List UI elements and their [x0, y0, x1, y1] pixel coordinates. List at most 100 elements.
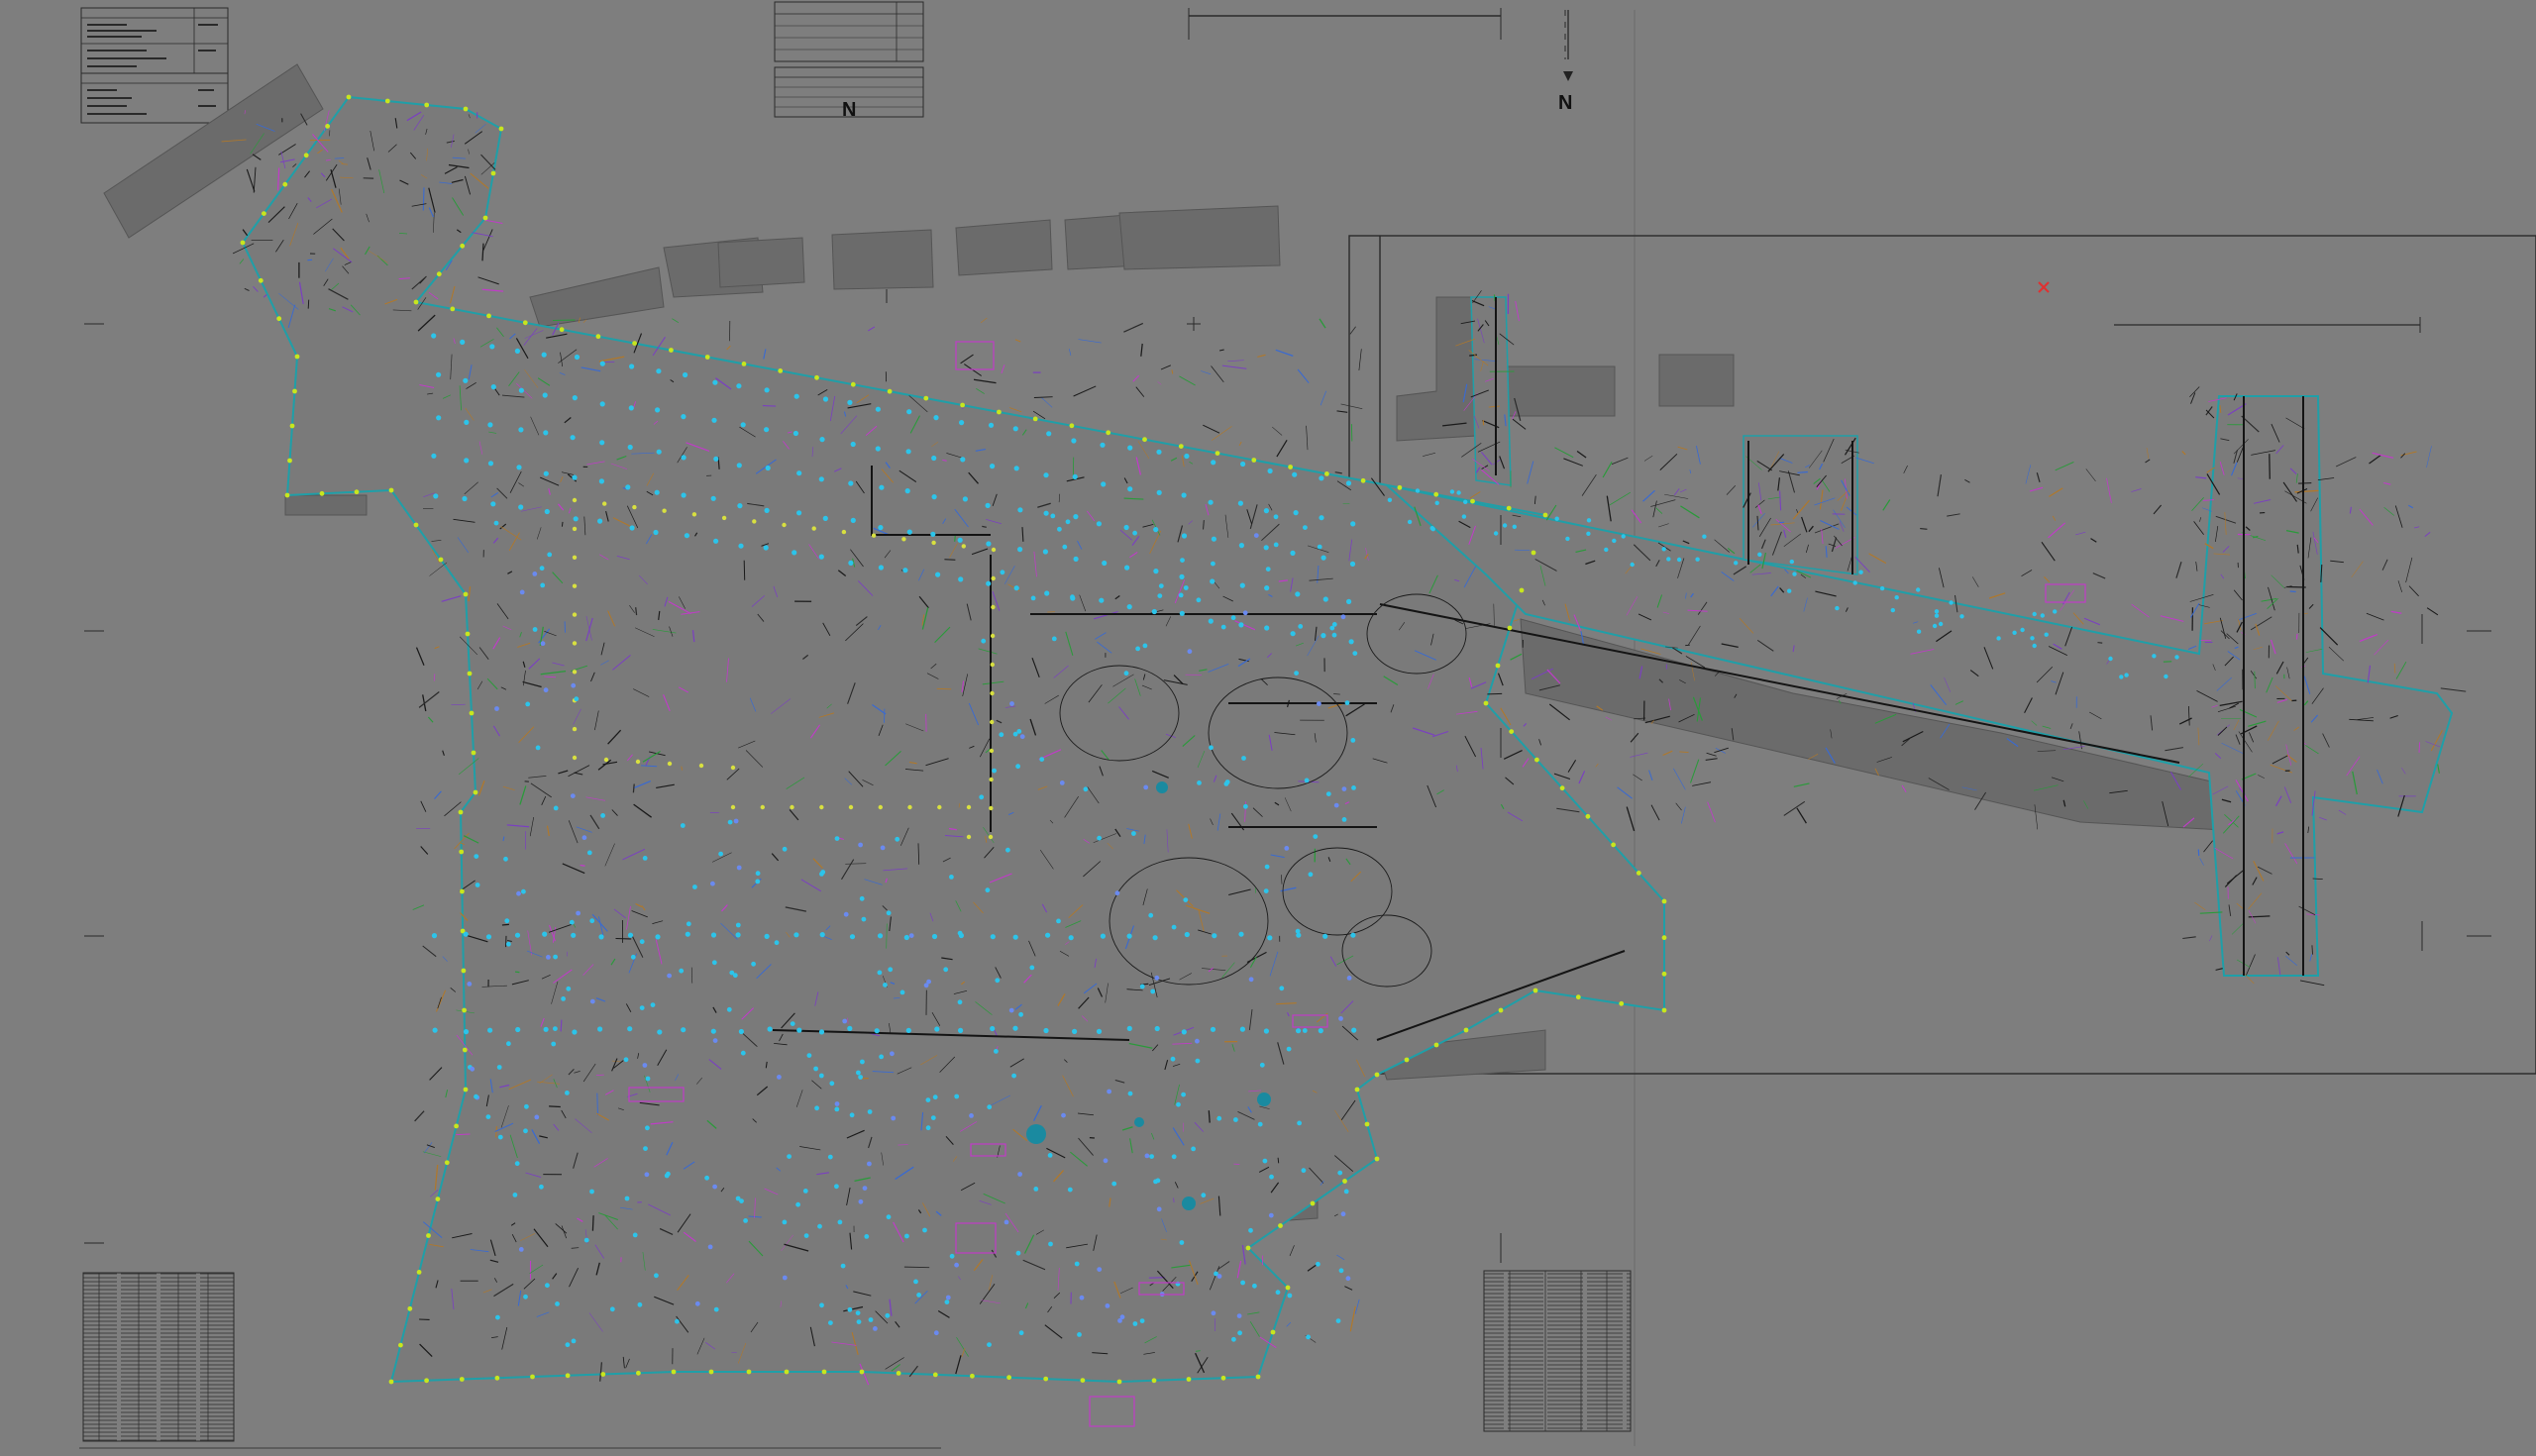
survey-point — [460, 339, 466, 345]
survey-point — [740, 1050, 746, 1056]
survey-point — [431, 933, 438, 939]
survey-point — [726, 1006, 732, 1012]
survey-point — [793, 932, 799, 938]
linework-segment — [1679, 488, 1687, 493]
survey-point — [1318, 1028, 1323, 1034]
survey-point — [436, 415, 442, 421]
survey-point — [988, 422, 995, 428]
linework-segment — [2199, 517, 2202, 522]
survey-point — [1509, 729, 1515, 734]
linework-segment — [2390, 610, 2402, 614]
survey-point — [519, 589, 525, 595]
linework-segment — [442, 956, 448, 962]
survey-point — [388, 1379, 394, 1385]
survey-point — [1012, 1025, 1018, 1031]
linework-segment — [445, 1090, 449, 1098]
survey-point — [1196, 597, 1202, 603]
survey-point — [656, 368, 662, 374]
linework-segment — [2187, 645, 2197, 650]
survey-point — [1306, 1334, 1311, 1340]
survey-point — [436, 371, 442, 377]
survey-point — [891, 1115, 897, 1121]
survey-point — [1916, 587, 1921, 592]
survey-point — [435, 1196, 441, 1201]
linework-segment — [2182, 936, 2196, 940]
survey-point — [498, 126, 504, 132]
survey-point — [635, 759, 641, 765]
survey-point — [551, 1041, 557, 1047]
linework-segment — [2181, 451, 2186, 456]
survey-point — [1148, 912, 1154, 918]
survey-point — [494, 706, 499, 711]
red-x-marker-icon[interactable] — [2038, 281, 2050, 293]
survey-point — [1251, 458, 1257, 463]
survey-point — [1176, 1101, 1181, 1107]
survey-point — [879, 1054, 884, 1060]
survey-point — [463, 591, 469, 597]
survey-point — [515, 1026, 521, 1033]
survey-point — [627, 444, 633, 451]
survey-point — [683, 371, 688, 378]
survey-point — [1350, 932, 1356, 938]
survey-point — [828, 1320, 833, 1325]
survey-point — [979, 794, 985, 800]
survey-point — [712, 1038, 718, 1043]
survey-point — [1559, 785, 1565, 791]
survey-point — [1124, 565, 1130, 571]
survey-point — [1248, 1227, 1253, 1233]
linework-segment — [2338, 809, 2347, 815]
survey-point — [522, 320, 528, 326]
survey-point — [1349, 561, 1356, 568]
survey-point — [1153, 569, 1159, 574]
survey-point — [1310, 1200, 1316, 1206]
survey-point — [518, 427, 524, 433]
survey-point — [1051, 636, 1057, 642]
site-plan-drawing[interactable]: N N — [0, 0, 2536, 1456]
linework-segment — [1160, 364, 1171, 370]
linework-segment — [1527, 461, 1534, 484]
survey-point — [1259, 1062, 1265, 1068]
survey-point — [774, 940, 780, 946]
survey-point — [490, 384, 496, 390]
linework-segment — [1626, 806, 1636, 832]
linework-segment — [1033, 396, 1053, 398]
survey-point — [1069, 423, 1075, 429]
linework-segment — [1140, 343, 1143, 357]
survey-point — [782, 1275, 788, 1281]
survey-point — [834, 1106, 840, 1112]
survey-point — [532, 627, 538, 632]
survey-point — [2164, 674, 2168, 679]
survey-point — [842, 1018, 848, 1024]
survey-point — [1042, 549, 1048, 555]
survey-point — [1346, 598, 1352, 605]
survey-point — [1252, 1283, 1257, 1289]
survey-point — [282, 181, 288, 187]
survey-point — [1284, 846, 1290, 851]
linework-segment — [2106, 477, 2112, 503]
survey-point — [645, 1076, 651, 1082]
survey-point — [597, 518, 603, 524]
survey-point — [1123, 524, 1129, 531]
survey-point — [729, 970, 735, 976]
survey-point — [903, 934, 909, 941]
linework-segment — [1553, 773, 1571, 780]
survey-point — [1017, 1172, 1022, 1177]
linework-segment — [1201, 370, 1212, 375]
survey-point — [1191, 1146, 1196, 1152]
survey-point — [888, 967, 894, 973]
linework-segment — [434, 1164, 439, 1191]
linework-segment — [2381, 559, 2388, 571]
survey-point — [1317, 544, 1322, 550]
linework-segment — [580, 864, 585, 867]
survey-point — [1080, 1378, 1086, 1383]
survey-point — [1004, 1219, 1009, 1225]
survey-point — [981, 638, 987, 644]
survey-point — [486, 313, 491, 319]
linework-segment — [1714, 539, 1730, 553]
survey-point — [516, 465, 522, 470]
survey-point — [999, 732, 1004, 738]
survey-point — [718, 851, 723, 857]
survey-point — [639, 939, 645, 945]
plan-viewer[interactable]: N N — [0, 0, 2536, 1456]
survey-point — [655, 407, 661, 413]
